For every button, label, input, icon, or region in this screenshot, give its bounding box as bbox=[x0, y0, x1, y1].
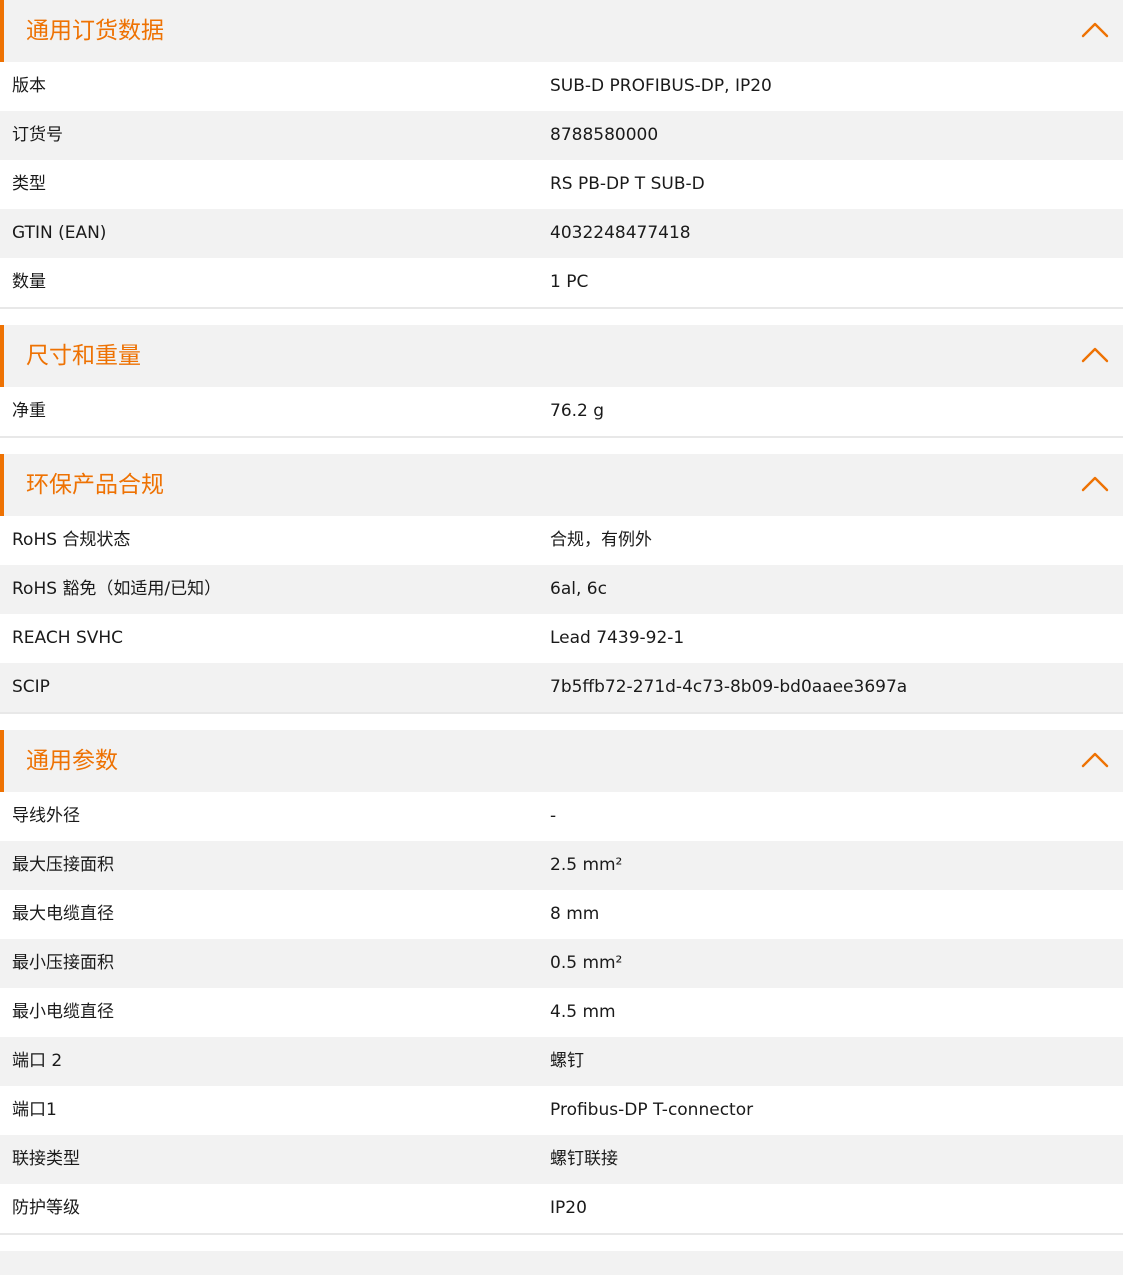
spec-row: 联接类型 螺钉联接 bbox=[0, 1135, 1123, 1184]
spec-section: 环保产品合规 RoHS 合规状态 合规，有例外 RoHS 豁免（如适用/已知） 6al,… bbox=[0, 454, 1123, 714]
spec-value: IP20 bbox=[550, 1198, 587, 1218]
next-section-header[interactable] bbox=[0, 1251, 1123, 1275]
section-header[interactable]: 环保产品合规 bbox=[0, 454, 1123, 516]
spec-row: 最小压接面积 0.5 mm² bbox=[0, 939, 1123, 988]
spec-value: 8788580000 bbox=[550, 125, 659, 145]
spec-label: RoHS 合规状态 bbox=[12, 530, 131, 550]
section-header[interactable]: 尺寸和重量 bbox=[0, 325, 1123, 387]
chevron-up-icon[interactable] bbox=[1081, 474, 1109, 494]
spec-value: Lead 7439-92-1 bbox=[550, 628, 685, 648]
spec-label: 联接类型 bbox=[12, 1149, 80, 1169]
chevron-up-icon[interactable] bbox=[1081, 750, 1109, 770]
chevron-up-icon[interactable] bbox=[1081, 20, 1109, 40]
spec-value: 4.5 mm bbox=[550, 1002, 616, 1022]
spec-row: 防护等级 IP20 bbox=[0, 1184, 1123, 1233]
section-header[interactable]: 通用参数 bbox=[0, 730, 1123, 792]
spec-row: 数量 1 PC bbox=[0, 258, 1123, 307]
section-title: 通用订货数据 bbox=[26, 18, 164, 44]
section-title: 尺寸和重量 bbox=[26, 343, 141, 369]
section-title: 环保产品合规 bbox=[26, 472, 164, 498]
spec-label: 防护等级 bbox=[12, 1198, 80, 1218]
spec-value: 76.2 g bbox=[550, 401, 605, 421]
spec-label: 最大压接面积 bbox=[12, 855, 114, 875]
spec-section: 尺寸和重量净重 76.2 g bbox=[0, 325, 1123, 438]
spec-section: 通用参数导线外径 - 最大压接面积 2.5 mm² 最大电缆直径 8 mm 最小压接面积 0.… bbox=[0, 730, 1123, 1235]
spec-value: 8 mm bbox=[550, 904, 600, 924]
section-title: 通用参数 bbox=[26, 748, 118, 774]
spec-label: RoHS 豁免（如适用/已知） bbox=[12, 579, 222, 599]
spec-row: RoHS 豁免（如适用/已知） 6al, 6c bbox=[0, 565, 1123, 614]
spec-row: GTIN (EAN) 4032248477418 bbox=[0, 209, 1123, 258]
spec-label: GTIN (EAN) bbox=[12, 223, 107, 243]
spec-value: Profibus-DP T-connector bbox=[550, 1100, 754, 1120]
spec-section: 通用订货数据版本 SUB-D PROFIBUS-DP, IP20 订货号 878858… bbox=[0, 0, 1123, 309]
spec-label: 最小电缆直径 bbox=[12, 1002, 114, 1022]
spec-row: 净重 76.2 g bbox=[0, 387, 1123, 436]
spec-label: 最大电缆直径 bbox=[12, 904, 114, 924]
spec-label: 端口1 bbox=[12, 1100, 57, 1120]
section-gap bbox=[0, 438, 1123, 454]
spec-row: 最大压接面积 2.5 mm² bbox=[0, 841, 1123, 890]
spec-label: 订货号 bbox=[12, 125, 63, 145]
section-gap bbox=[0, 714, 1123, 730]
spec-row: 类型 RS PB-DP T SUB-D bbox=[0, 160, 1123, 209]
spec-row: 最小电缆直径 4.5 mm bbox=[0, 988, 1123, 1037]
spec-label: 导线外径 bbox=[12, 806, 80, 826]
spec-row: RoHS 合规状态 合规，有例外 bbox=[0, 516, 1123, 565]
chevron-up-icon[interactable] bbox=[1081, 345, 1109, 365]
spec-value: 2.5 mm² bbox=[550, 855, 623, 875]
section-gap bbox=[0, 1235, 1123, 1251]
spec-page: 通用订货数据版本 SUB-D PROFIBUS-DP, IP20 订货号 878858… bbox=[0, 0, 1123, 1275]
spec-row: 端口1 Profibus-DP T-connector bbox=[0, 1086, 1123, 1135]
spec-label: SCIP bbox=[12, 677, 50, 697]
spec-row: REACH SVHC Lead 7439-92-1 bbox=[0, 614, 1123, 663]
spec-label: 数量 bbox=[12, 272, 46, 292]
spec-row: 导线外径 - bbox=[0, 792, 1123, 841]
spec-value: 螺钉联接 bbox=[550, 1149, 618, 1169]
spec-row: 订货号 8788580000 bbox=[0, 111, 1123, 160]
spec-value: 4032248477418 bbox=[550, 223, 691, 243]
spec-value: 7b5ffb72-271d-4c73-8b09-bd0aaee3697a bbox=[550, 677, 908, 697]
spec-value: SUB-D PROFIBUS-DP, IP20 bbox=[550, 76, 772, 96]
spec-value: 螺钉 bbox=[550, 1051, 584, 1071]
section-header[interactable]: 通用订货数据 bbox=[0, 0, 1123, 62]
spec-value: 6al, 6c bbox=[550, 579, 607, 599]
spec-label: 类型 bbox=[12, 174, 46, 194]
spec-label: 端口 2 bbox=[12, 1051, 63, 1071]
spec-row: SCIP 7b5ffb72-271d-4c73-8b09-bd0aaee3697a bbox=[0, 663, 1123, 712]
spec-value: RS PB-DP T SUB-D bbox=[550, 174, 705, 194]
spec-value: 合规，有例外 bbox=[550, 530, 652, 550]
section-gap bbox=[0, 309, 1123, 325]
spec-value: 1 PC bbox=[550, 272, 589, 292]
spec-value: 0.5 mm² bbox=[550, 953, 623, 973]
spec-label: 版本 bbox=[12, 76, 46, 96]
spec-label: 最小压接面积 bbox=[12, 953, 114, 973]
spec-label: REACH SVHC bbox=[12, 628, 124, 648]
spec-row: 端口 2 螺钉 bbox=[0, 1037, 1123, 1086]
spec-row: 版本 SUB-D PROFIBUS-DP, IP20 bbox=[0, 62, 1123, 111]
spec-row: 最大电缆直径 8 mm bbox=[0, 890, 1123, 939]
spec-label: 净重 bbox=[12, 401, 46, 421]
spec-value: - bbox=[550, 806, 557, 826]
